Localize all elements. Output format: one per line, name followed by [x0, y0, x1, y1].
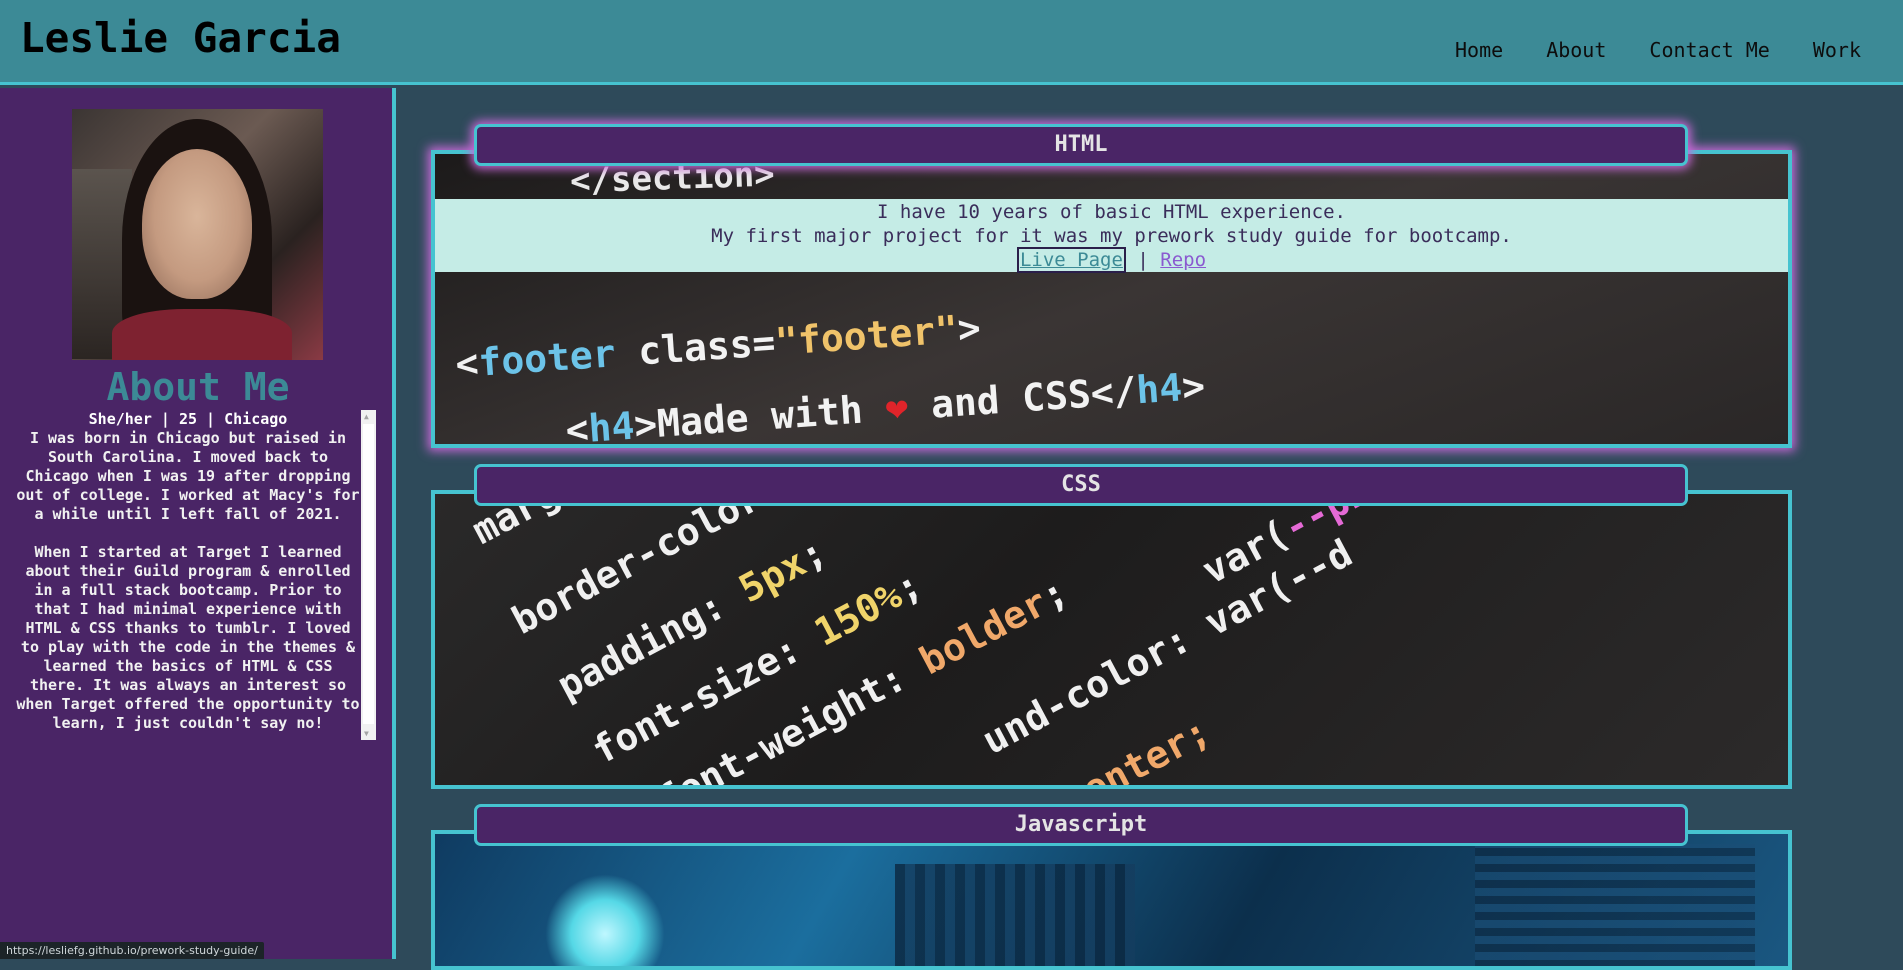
site-header: Leslie Garcia Home About Contact Me Work	[0, 0, 1903, 85]
live-page-link[interactable]: Live Page	[1016, 247, 1126, 273]
bio-subtitle: She/her | 25 | Chicago	[88, 410, 288, 428]
nav-contact-link[interactable]: Contact Me	[1649, 38, 1769, 62]
js-hardware-image	[435, 834, 1788, 966]
profile-photo	[72, 109, 323, 360]
css-project-title: CSS	[474, 464, 1688, 506]
html-project-card[interactable]: </section> <footer class="footer"> <h4>M…	[431, 150, 1792, 448]
scroll-up-icon[interactable]: ▲	[364, 412, 369, 421]
html-description-1: I have 10 years of basic HTML experience…	[877, 201, 1346, 223]
link-separator: |	[1137, 249, 1149, 271]
js-project-title: Javascript	[474, 804, 1688, 846]
bio-container[interactable]: She/her | 25 | Chicago I was born in Chi…	[14, 410, 376, 740]
scroll-down-icon[interactable]: ▼	[364, 729, 369, 738]
scrollbar-thumb[interactable]	[363, 424, 374, 724]
css-code-image: margin border-color padding: 5px; font-s…	[435, 494, 1788, 785]
nav-home-link[interactable]: Home	[1455, 38, 1503, 62]
html-code-image: </section> <footer class="footer"> <h4>M…	[435, 154, 1788, 444]
about-sidebar: About Me She/her | 25 | Chicago I was bo…	[0, 88, 396, 959]
status-bar-url: https://lesliefg.github.io/prework-study…	[0, 942, 264, 959]
html-project-overlay: I have 10 years of basic HTML experience…	[435, 199, 1788, 273]
site-title: Leslie Garcia	[20, 14, 341, 62]
html-project-title: HTML	[474, 124, 1688, 166]
html-description-2: My first major project for it was my pre…	[711, 225, 1512, 247]
about-title: About Me	[106, 365, 290, 409]
nav-work-link[interactable]: Work	[1813, 38, 1861, 62]
bio-scrollbar[interactable]: ▲ ▼	[361, 410, 376, 740]
css-project-card[interactable]: margin border-color padding: 5px; font-s…	[431, 490, 1792, 789]
js-project-card[interactable]	[431, 830, 1792, 970]
nav-about-link[interactable]: About	[1546, 38, 1606, 62]
repo-link[interactable]: Repo	[1160, 249, 1206, 271]
main-nav: Home About Contact Me Work	[1412, 38, 1861, 62]
bio-text: I was born in Chicago but raised in Sout…	[16, 429, 360, 732]
